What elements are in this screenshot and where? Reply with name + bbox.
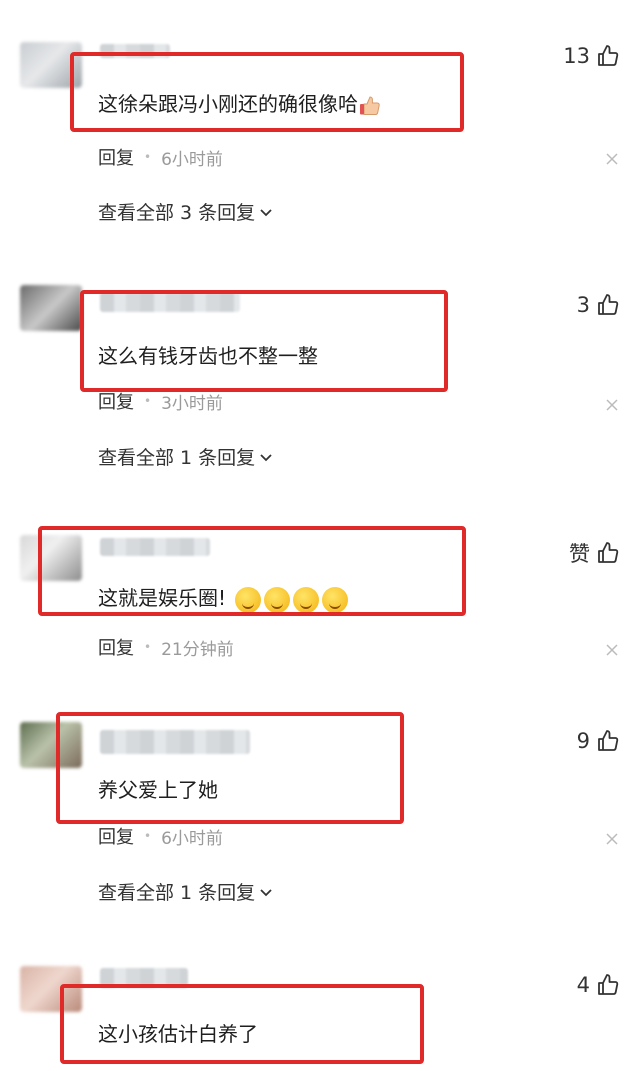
like-count: 4 <box>576 973 590 997</box>
like-count: 3 <box>576 293 590 317</box>
highlight-box <box>56 712 404 824</box>
chevron-down-icon <box>260 888 272 896</box>
thumbs-up-icon <box>598 974 619 995</box>
reply-button[interactable]: 回复 <box>98 144 134 170</box>
like-count: 赞 <box>569 542 590 566</box>
dismiss-button[interactable] <box>606 396 618 411</box>
view-all-replies-button[interactable]: 查看全部 3 条回复 <box>98 198 273 225</box>
thumbs-up-icon <box>598 730 619 751</box>
timestamp: 6小时前 <box>161 828 223 849</box>
comment-meta: 回复 • 3小时前 <box>98 388 223 414</box>
timestamp: 3小时前 <box>161 393 223 414</box>
avatar[interactable] <box>20 285 82 331</box>
reply-button[interactable]: 回复 <box>98 634 134 660</box>
highlight-box <box>60 984 424 1064</box>
like-count: 9 <box>576 729 590 753</box>
dismiss-button[interactable] <box>606 641 618 656</box>
close-icon <box>606 399 618 411</box>
like-button[interactable]: 3 <box>577 293 620 317</box>
comment-meta: 回复 • 21分钟前 <box>98 634 234 660</box>
thumbs-up-icon <box>598 294 619 315</box>
thumbs-up-icon <box>598 45 619 66</box>
highlight-box <box>80 290 448 392</box>
view-all-replies-button[interactable]: 查看全部 1 条回复 <box>98 878 273 905</box>
close-icon <box>606 833 618 845</box>
dismiss-button[interactable] <box>606 150 618 165</box>
like-count: 13 <box>563 44 590 68</box>
separator-dot: • <box>144 640 152 654</box>
like-button[interactable]: 4 <box>577 973 620 997</box>
like-button[interactable]: 9 <box>577 729 620 753</box>
separator-dot: • <box>144 150 152 164</box>
view-all-replies-button[interactable]: 查看全部 1 条回复 <box>98 443 273 470</box>
close-icon <box>606 153 618 165</box>
chevron-down-icon <box>260 453 272 461</box>
reply-button[interactable]: 回复 <box>98 388 134 414</box>
timestamp: 21分钟前 <box>161 639 234 660</box>
close-icon <box>606 644 618 656</box>
like-button[interactable]: 13 <box>563 44 620 68</box>
dismiss-button[interactable] <box>606 830 618 845</box>
separator-dot: • <box>144 394 152 408</box>
comment-meta: 回复 • 6小时前 <box>98 144 223 170</box>
thumbs-up-icon <box>598 542 619 563</box>
chevron-down-icon <box>260 208 272 216</box>
highlight-box <box>70 52 464 132</box>
like-button[interactable]: 赞 <box>569 538 620 568</box>
separator-dot: • <box>144 829 152 843</box>
reply-button[interactable]: 回复 <box>98 823 134 849</box>
timestamp: 6小时前 <box>161 149 223 170</box>
highlight-box <box>38 526 466 616</box>
comment-meta: 回复 • 6小时前 <box>98 823 223 849</box>
